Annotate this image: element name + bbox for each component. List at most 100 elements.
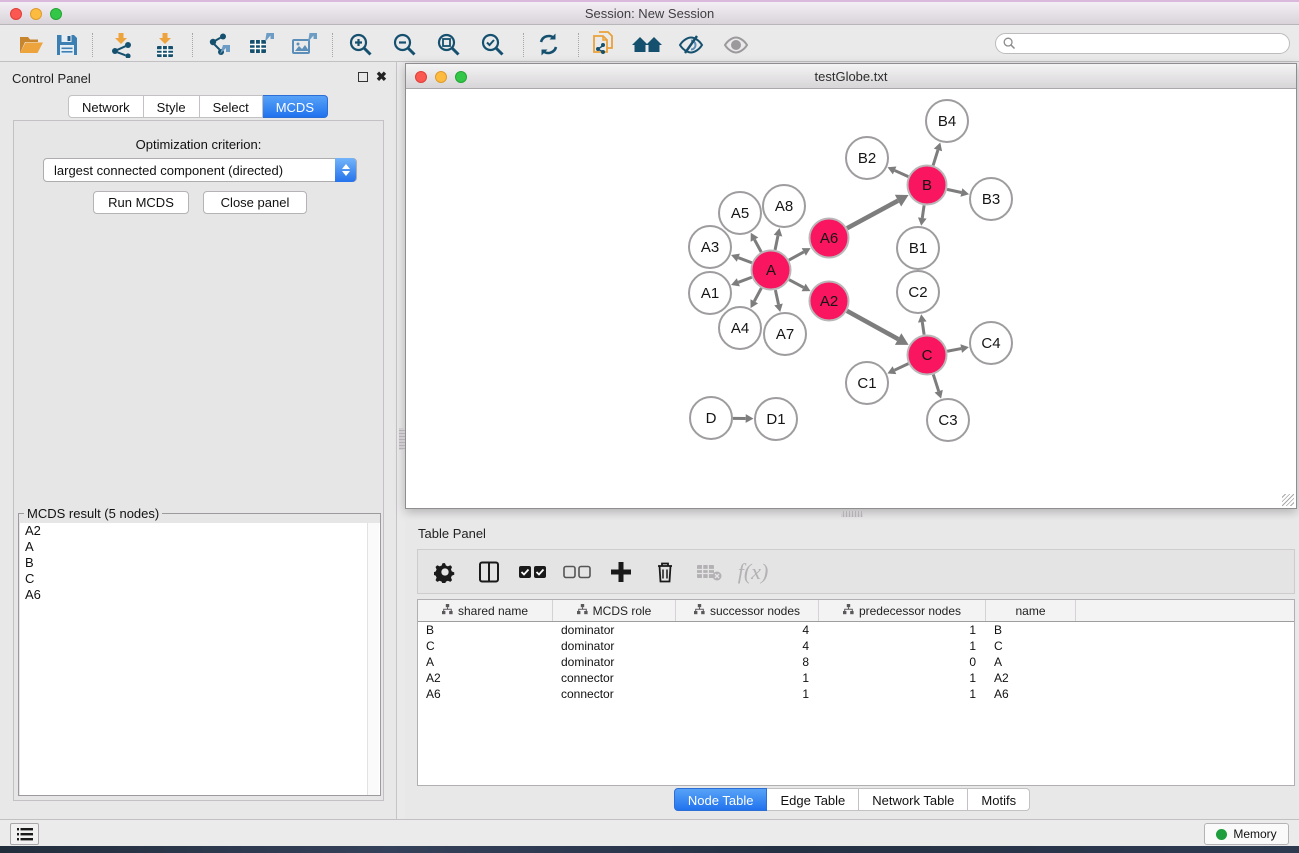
graph-edge-A6-B[interactable] [847, 201, 898, 229]
network-graph-canvas[interactable]: B4 B2 B B3 A8A5 A6 A3 B1 A A1 C2 A2 A4A7 C4 C C1 C3 D D1 [406, 89, 1296, 508]
graph-node-A3[interactable]: A3 [689, 226, 731, 268]
graph-edge-B-B1[interactable] [922, 205, 924, 218]
graph-node-D[interactable]: D [690, 397, 732, 439]
table-row[interactable]: Adominator80A [418, 654, 1294, 670]
result-scrollbar[interactable] [367, 523, 379, 795]
graph-node-A1[interactable]: A1 [689, 272, 731, 314]
open-file-icon[interactable] [14, 31, 48, 58]
graph-node-B2[interactable]: B2 [846, 137, 888, 179]
graph-node-B1[interactable]: B1 [897, 227, 939, 269]
graph-node-C1[interactable]: C1 [846, 362, 888, 404]
column-header-MCDS-role[interactable]: MCDS role [553, 600, 676, 621]
add-column-icon[interactable] [606, 557, 636, 587]
horizontal-split-handle[interactable] [841, 511, 863, 517]
close-panel-icon[interactable]: ✖ [376, 69, 387, 85]
graph-edge-C-C3[interactable] [933, 375, 938, 392]
graph-edge-A-A6[interactable] [789, 252, 804, 260]
mcds-result-item[interactable]: C [20, 571, 380, 587]
table-row[interactable]: Cdominator41C [418, 638, 1294, 654]
graph-edge-B-B4[interactable] [933, 150, 938, 166]
graph-node-A8[interactable]: A8 [763, 185, 805, 227]
show-graphics-icon[interactable] [719, 31, 753, 58]
save-session-icon[interactable] [50, 31, 84, 58]
home-view-icon[interactable] [630, 31, 664, 58]
graph-edge-A-A2[interactable] [789, 280, 804, 288]
export-image-icon[interactable] [287, 31, 321, 58]
tab-style[interactable]: Style [144, 95, 200, 118]
run-mcds-button[interactable]: Run MCDS [93, 191, 189, 214]
mcds-result-item[interactable]: A2 [20, 523, 380, 539]
graph-node-B4[interactable]: B4 [926, 100, 968, 142]
graph-node-A2[interactable]: A2 [810, 282, 849, 321]
graph-edge-A-A7[interactable] [775, 290, 778, 304]
select-all-icon[interactable] [518, 557, 548, 587]
export-network-icon[interactable] [201, 31, 235, 58]
table-row[interactable]: A2connector11A2 [418, 670, 1294, 686]
tab-edge-table[interactable]: Edge Table [767, 788, 859, 811]
mcds-result-item[interactable]: A [20, 539, 380, 555]
refresh-icon[interactable] [531, 31, 565, 58]
graph-node-A6[interactable]: A6 [810, 219, 849, 258]
table-row[interactable]: A6connector11A6 [418, 686, 1294, 702]
graph-node-B[interactable]: B [908, 166, 947, 205]
column-header-successor-nodes[interactable]: successor nodes [676, 600, 819, 621]
settings-gear-icon[interactable] [430, 557, 460, 587]
graph-node-C2[interactable]: C2 [897, 271, 939, 313]
tab-motifs[interactable]: Motifs [968, 788, 1030, 811]
tab-network-table[interactable]: Network Table [859, 788, 968, 811]
graph-edge-C-C2[interactable] [922, 322, 924, 335]
column-header-label: MCDS role [593, 604, 652, 618]
graph-edge-C-C1[interactable] [894, 364, 908, 371]
graph-node-C3[interactable]: C3 [927, 399, 969, 441]
close-panel-button[interactable]: Close panel [203, 191, 307, 214]
network-window-titlebar[interactable]: testGlobe.txt [406, 64, 1296, 89]
criterion-select[interactable]: largest connected component (directed) [43, 158, 357, 182]
memory-button[interactable]: Memory [1204, 823, 1289, 845]
column-header-shared-name[interactable]: shared name [418, 600, 553, 621]
window-resize-grip[interactable] [1282, 494, 1294, 506]
graph-node-C4[interactable]: C4 [970, 322, 1012, 364]
tab-network[interactable]: Network [68, 95, 144, 118]
deselect-all-icon[interactable] [562, 557, 592, 587]
mcds-result-item[interactable]: B [20, 555, 380, 571]
export-table-icon[interactable] [244, 31, 278, 58]
column-layout-icon[interactable] [474, 557, 504, 587]
hide-panel-icon[interactable] [674, 31, 708, 58]
float-panel-icon[interactable] [358, 72, 368, 82]
graph-edge-A2-C[interactable] [847, 311, 898, 339]
column-header-predecessor-nodes[interactable]: predecessor nodes [819, 600, 986, 621]
delete-column-icon[interactable] [650, 557, 680, 587]
graph-node-B3[interactable]: B3 [970, 178, 1012, 220]
clone-network-icon[interactable] [588, 31, 622, 58]
task-history-button[interactable] [10, 823, 39, 845]
graph-node-C[interactable]: C [908, 336, 947, 375]
graph-edge-A-A8[interactable] [775, 236, 778, 250]
import-table-icon[interactable] [148, 31, 182, 58]
import-network-icon[interactable] [104, 31, 138, 58]
tab-select[interactable]: Select [200, 95, 263, 118]
zoom-in-icon[interactable] [344, 31, 378, 58]
graph-edge-B-B3[interactable] [947, 189, 961, 192]
graph-node-A4[interactable]: A4 [719, 307, 761, 349]
table-row[interactable]: Bdominator41B [418, 622, 1294, 638]
tab-mcds[interactable]: MCDS [263, 95, 328, 118]
tab-node-table[interactable]: Node Table [674, 788, 768, 811]
graph-node-D1[interactable]: D1 [755, 398, 797, 440]
zoom-selected-icon[interactable] [476, 31, 510, 58]
graph-node-A7[interactable]: A7 [764, 313, 806, 355]
graph-edge-B-B2[interactable] [895, 170, 909, 176]
graph-edge-A-A4[interactable] [754, 288, 761, 301]
table-cell: 1 [676, 686, 819, 702]
graph-edge-A-A1[interactable] [738, 277, 751, 282]
graph-node-A[interactable]: A [752, 251, 791, 290]
zoom-out-icon[interactable] [388, 31, 422, 58]
graph-edge-A-A3[interactable] [738, 258, 751, 263]
vertical-split-handle[interactable] [399, 428, 405, 450]
graph-edge-C-C4[interactable] [947, 349, 961, 352]
column-header-name[interactable]: name [986, 600, 1076, 621]
graph-edge-A-A5[interactable] [754, 240, 761, 252]
mcds-result-item[interactable]: A6 [20, 587, 380, 603]
zoom-fit-icon[interactable] [432, 31, 466, 58]
search-input[interactable] [1016, 37, 1266, 51]
graph-node-A5[interactable]: A5 [719, 192, 761, 234]
